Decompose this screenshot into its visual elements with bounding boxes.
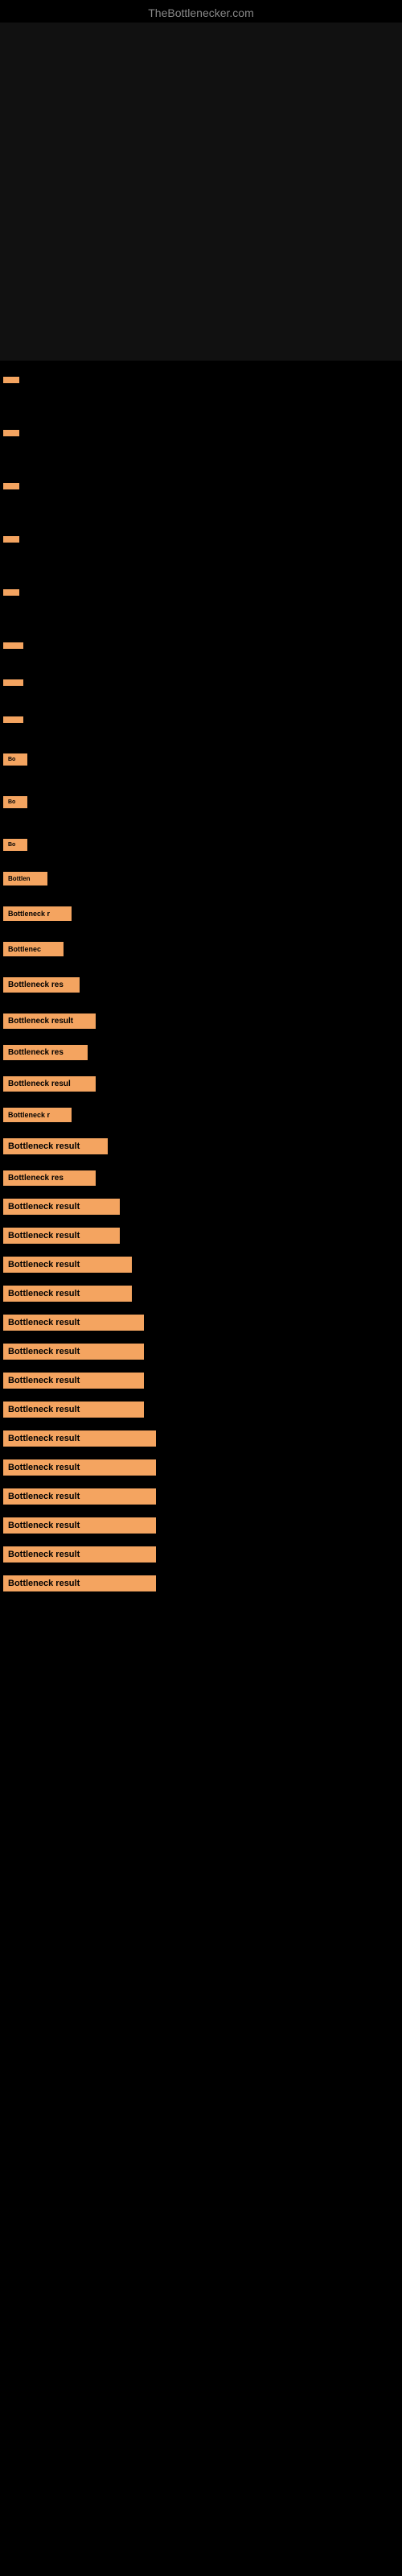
bottleneck-result-label [3,642,23,649]
list-item: s [0,679,402,686]
list-item: Bottleneck result [0,1546,402,1563]
bottleneck-result-label: Bottleneck res [3,977,80,993]
bottleneck-result-label: Bottleneck result [3,1138,108,1154]
list-item: Bottleneck result [0,1315,402,1331]
bottleneck-result-label: Bottleneck result [3,1199,120,1215]
bottleneck-result-label [3,589,19,596]
list-item: Bottleneck result [0,1228,402,1244]
bottleneck-result-label: s [3,679,23,686]
bottleneck-result-label: Bottleneck result [3,1257,132,1273]
bottleneck-result-label: Bottleneck result [3,1430,156,1447]
list-item [0,589,402,596]
list-item: Bottleneck result [0,1459,402,1476]
list-item: Bottleneck res [0,977,402,993]
results-container: s B Bo Bo Bo Bottlen Bottleneck r Bottlenec Bott… [0,361,402,1604]
bottleneck-result-label: Bottleneck result [3,1315,144,1331]
bottleneck-result-label: Bo [3,796,27,808]
bottleneck-result-label [3,536,19,543]
list-item: Bottleneck result [0,1373,402,1389]
list-item: Bottleneck result [0,1138,402,1154]
bottleneck-result-label: Bottleneck result [3,1517,156,1534]
bottleneck-result-label: Bottleneck result [3,1013,96,1029]
bottleneck-result-label: Bottleneck result [3,1286,132,1302]
bottleneck-result-label: Bottleneck result [3,1402,144,1418]
list-item: Bottleneck result [0,1575,402,1591]
bottleneck-result-label: Bottleneck result [3,1575,156,1591]
list-item: Bottleneck result [0,1517,402,1534]
list-item [0,536,402,543]
bottleneck-result-label: Bottleneck result [3,1228,120,1244]
bottleneck-result-label: Bottlenec [3,942,64,956]
list-item [0,377,402,383]
list-item: Bottleneck result [0,1488,402,1505]
list-item: Bottleneck result [0,1286,402,1302]
bottleneck-result-label: Bo [3,839,27,851]
bottleneck-result-label: Bottleneck result [3,1459,156,1476]
site-title: TheBottlenecker.com [0,0,402,23]
list-item: B [0,716,402,723]
list-item: Bo [0,753,402,766]
bottleneck-result-label: Bottleneck r [3,1108,72,1122]
list-item: Bottleneck r [0,906,402,921]
list-item [0,642,402,649]
chart-area [0,23,402,361]
bottleneck-result-label: B [3,716,23,723]
list-item: Bo [0,796,402,808]
bottleneck-result-label: Bottleneck resul [3,1076,96,1092]
bottleneck-result-label [3,430,19,436]
bottleneck-result-label: Bottleneck result [3,1546,156,1563]
list-item: Bottleneck resul [0,1076,402,1092]
list-item: Bottlen [0,872,402,886]
list-item: Bottlenec [0,942,402,956]
bottleneck-result-label: Bottleneck r [3,906,72,921]
list-item: Bottleneck result [0,1402,402,1418]
list-item: Bottleneck res [0,1045,402,1060]
bottleneck-result-label: Bottleneck res [3,1045,88,1060]
list-item: Bottleneck result [0,1344,402,1360]
bottleneck-result-label: Bo [3,753,27,766]
bottleneck-result-label: Bottleneck result [3,1373,144,1389]
bottleneck-result-label: Bottlen [3,872,47,886]
bottleneck-result-label: Bottleneck result [3,1488,156,1505]
list-item: Bottleneck result [0,1257,402,1273]
list-item: Bo [0,839,402,851]
list-item [0,430,402,436]
list-item: Bottleneck r [0,1108,402,1122]
list-item: Bottleneck res [0,1170,402,1186]
bottleneck-result-label: Bottleneck result [3,1344,144,1360]
list-item: Bottleneck result [0,1430,402,1447]
list-item: Bottleneck result [0,1013,402,1029]
list-item: Bottleneck result [0,1199,402,1215]
bottleneck-result-label [3,483,19,489]
list-item [0,483,402,489]
bottleneck-result-label: Bottleneck res [3,1170,96,1186]
bottleneck-result-label [3,377,19,383]
